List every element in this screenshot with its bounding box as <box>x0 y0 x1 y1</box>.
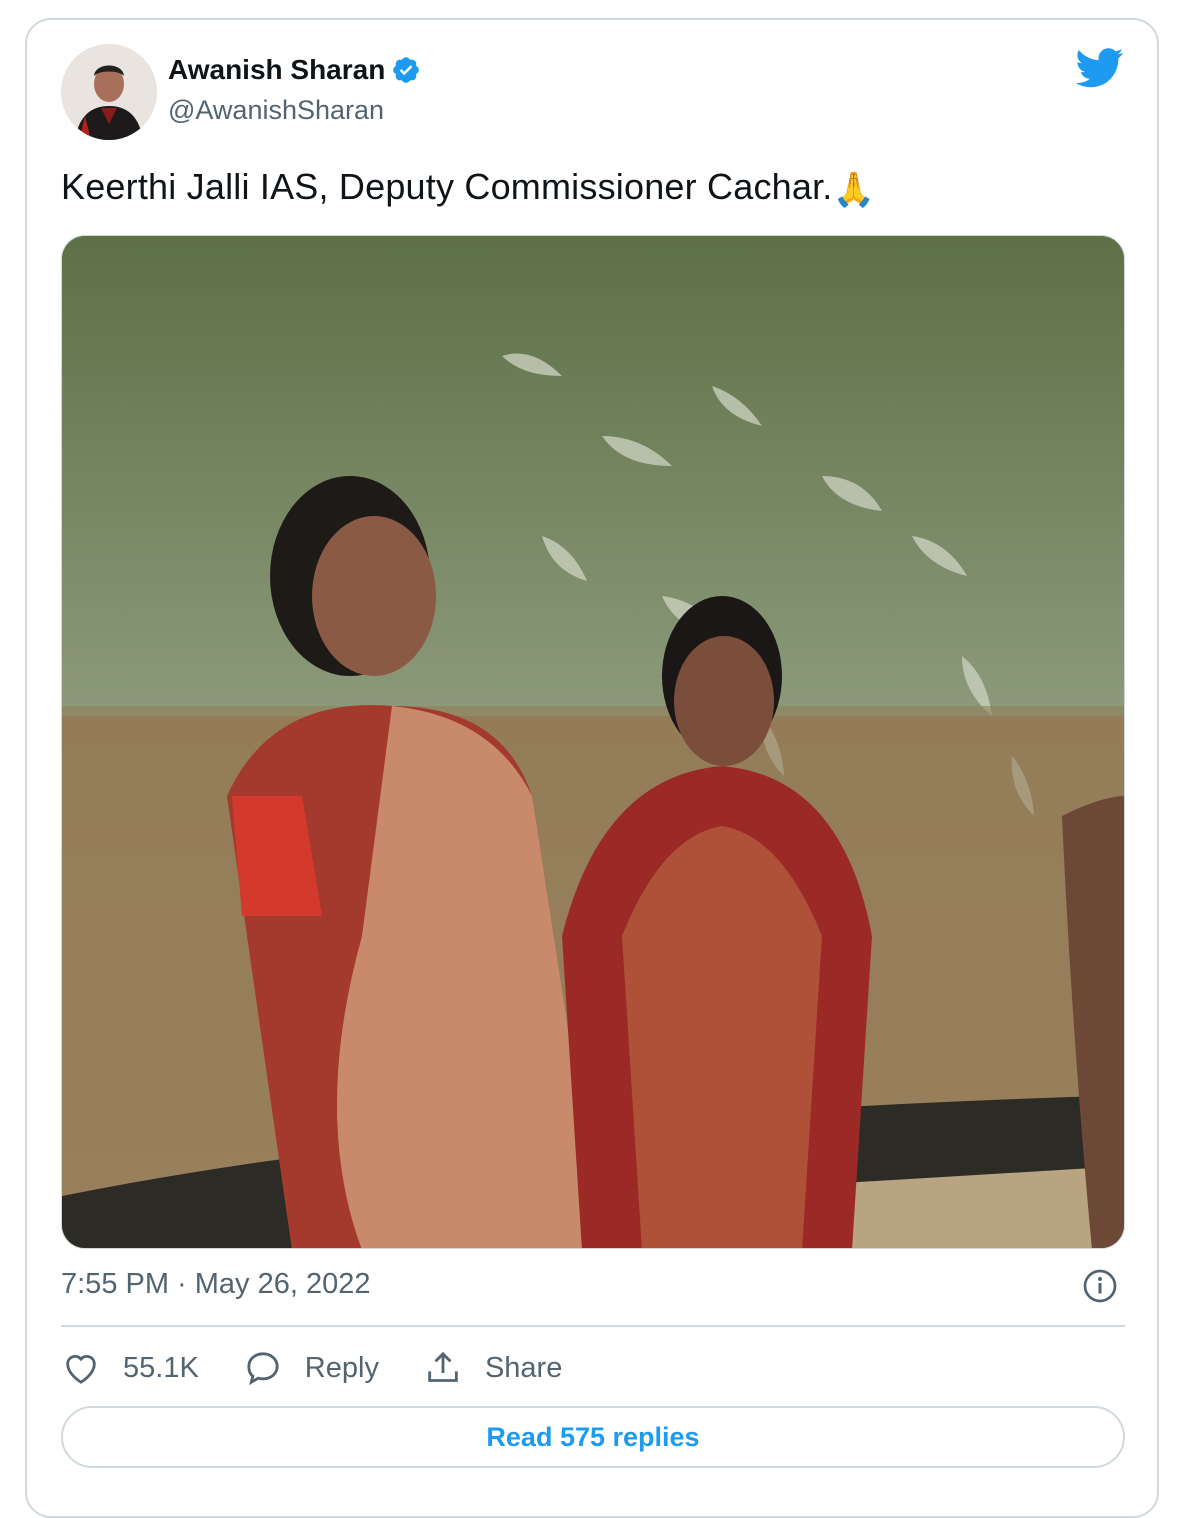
tweet-text-body: Keerthi Jalli IAS, Deputy Commissioner C… <box>61 166 833 207</box>
twitter-bird-icon[interactable] <box>1076 48 1124 88</box>
folded-hands-emoji: 🙏 <box>832 171 876 209</box>
share-button[interactable]: Share <box>423 1348 562 1388</box>
reply-bubble-icon <box>247 1352 279 1386</box>
author-name-text[interactable]: Awanish Sharan <box>168 54 385 86</box>
reply-label: Reply <box>304 1351 379 1384</box>
read-replies-button[interactable]: Read 575 replies <box>61 1406 1125 1468</box>
author-handle[interactable]: @AwanishSharan <box>168 95 384 126</box>
verified-badge-icon <box>393 57 420 83</box>
heart-icon <box>66 1354 96 1384</box>
like-count: 55.1K <box>123 1351 199 1384</box>
author-name[interactable]: Awanish Sharan <box>168 54 421 86</box>
share-label: Share <box>484 1351 563 1384</box>
reply-button[interactable]: Reply <box>243 1348 379 1388</box>
share-icon <box>428 1351 458 1382</box>
tweet-photo[interactable] <box>61 235 1125 1249</box>
tweet-timestamp[interactable]: 7:55 PM · May 26, 2022 <box>61 1268 371 1301</box>
divider <box>61 1325 1125 1327</box>
tweet-text: Keerthi Jalli IAS, Deputy Commissioner C… <box>61 166 875 210</box>
like-button[interactable]: 55.1K <box>61 1348 199 1388</box>
tweet-actions: 55.1K Reply Share <box>61 1344 606 1392</box>
info-icon[interactable] <box>1082 1268 1118 1304</box>
author-avatar[interactable] <box>61 44 157 140</box>
